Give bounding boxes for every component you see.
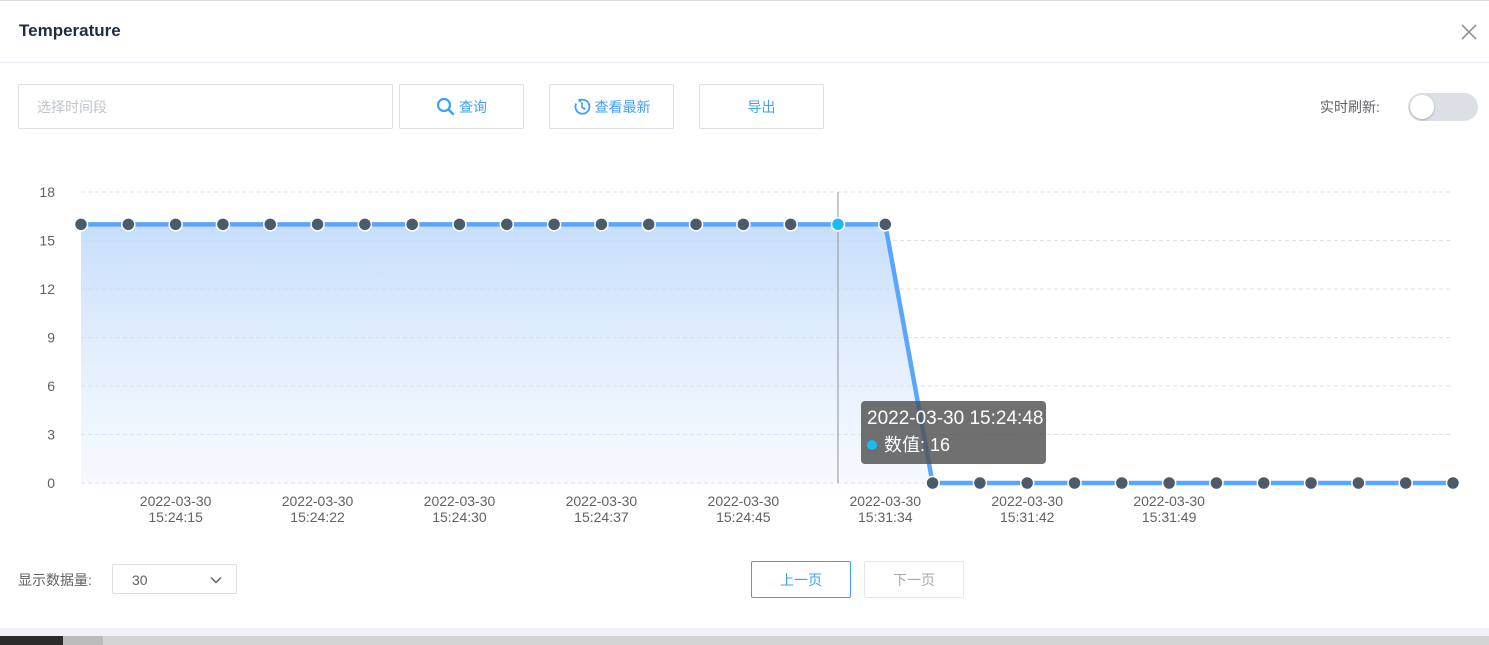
export-button-label: 导出	[747, 98, 776, 115]
x-tick-label-time: 15:31:42	[1000, 509, 1055, 525]
dialog-title: Temperature	[19, 21, 121, 40]
query-button-label: 查询	[459, 98, 487, 115]
data-point	[168, 217, 183, 232]
x-tick-label-date: 2022-03-30	[708, 493, 780, 509]
data-point	[73, 217, 89, 232]
tooltip-time: 2022-03-30 15:24:48	[867, 408, 1044, 429]
x-tick-label-date: 2022-03-30	[1133, 493, 1205, 509]
data-point	[1445, 475, 1461, 491]
data-point	[357, 217, 373, 232]
y-tick-label: 18	[39, 184, 55, 200]
time-range-input[interactable]	[18, 84, 393, 129]
data-point	[310, 217, 325, 232]
data-point	[878, 217, 893, 232]
prev-page-button[interactable]: 上一页	[751, 561, 851, 598]
x-tick-label-time: 15:31:34	[858, 509, 913, 525]
x-tick-label-date: 2022-03-30	[849, 493, 921, 509]
taskbar-strip	[0, 636, 1489, 645]
view-latest-label: 查看最新	[594, 98, 651, 115]
data-point	[830, 217, 846, 232]
query-button[interactable]: 查询	[399, 84, 524, 129]
data-point	[1161, 475, 1177, 491]
data-point	[546, 217, 562, 232]
next-page-label: 下一页	[893, 571, 935, 588]
view-latest-button[interactable]: 查看最新	[549, 84, 674, 129]
y-tick-label: 0	[47, 475, 55, 491]
data-point	[1114, 475, 1130, 491]
data-point	[499, 217, 515, 232]
toggle-knob	[1410, 95, 1434, 119]
data-point	[1398, 475, 1413, 491]
x-tick-label-date: 2022-03-30	[566, 493, 638, 509]
data-point	[1019, 475, 1035, 491]
search-icon	[436, 97, 455, 116]
chevron-down-icon	[210, 573, 222, 591]
y-tick-label: 3	[47, 427, 55, 443]
data-point	[1256, 475, 1272, 491]
data-point	[452, 217, 467, 232]
next-page-button[interactable]: 下一页	[864, 561, 964, 598]
data-point	[262, 217, 278, 232]
data-count-value: 30	[132, 572, 148, 588]
y-tick-label: 6	[47, 378, 55, 394]
data-point	[641, 217, 656, 232]
dialog-header: Temperature	[0, 1, 1489, 63]
x-tick-label-time: 15:24:30	[432, 509, 487, 525]
y-tick-label: 12	[39, 281, 55, 297]
taskbar-segment-gray	[63, 636, 103, 645]
data-point	[736, 217, 751, 232]
x-axis: 2022-03-3015:24:152022-03-3015:24:222022…	[140, 493, 1205, 525]
prev-page-label: 上一页	[780, 571, 822, 588]
x-tick-label-date: 2022-03-30	[424, 493, 496, 509]
series-area	[81, 224, 1453, 483]
data-point	[1303, 475, 1319, 491]
temperature-chart: 0369121518 2022-03-3015:24:152022-03-301…	[39, 184, 1461, 525]
x-tick-label-time: 15:24:22	[290, 509, 345, 525]
data-point	[688, 217, 704, 232]
data-point	[1209, 475, 1224, 491]
y-axis: 0 3 6 9 12 15 18	[39, 184, 55, 491]
data-point	[594, 217, 609, 232]
data-point	[404, 217, 420, 232]
x-tick-label-time: 15:31:49	[1142, 509, 1197, 525]
realtime-refresh-label: 实时刷新:	[1320, 99, 1380, 115]
x-tick-label-date: 2022-03-30	[991, 493, 1063, 509]
chart-tooltip: 2022-03-30 15:24:48 数值: 16	[861, 401, 1046, 464]
realtime-refresh-toggle[interactable]	[1408, 93, 1478, 121]
data-point	[925, 475, 940, 491]
export-button[interactable]: 导出	[699, 84, 824, 129]
data-point	[1067, 475, 1082, 491]
x-tick-label-time: 15:24:45	[716, 509, 771, 525]
data-count-label: 显示数据量:	[18, 572, 92, 588]
refresh-clock-icon	[573, 97, 591, 116]
data-point	[121, 217, 136, 232]
y-tick-label: 15	[39, 233, 55, 249]
tooltip-value-row: 数值: 16	[867, 433, 1040, 457]
close-icon[interactable]	[1459, 22, 1479, 42]
x-tick-label-time: 15:24:37	[574, 509, 629, 525]
data-point	[1351, 475, 1366, 491]
taskbar-segment-dark	[0, 636, 63, 645]
data-point	[215, 217, 231, 232]
x-tick-label-time: 15:24:15	[148, 509, 203, 525]
tooltip-value: 数值: 16	[884, 435, 951, 455]
x-tick-label-date: 2022-03-30	[282, 493, 354, 509]
data-point	[783, 217, 798, 232]
data-point	[972, 475, 988, 491]
y-tick-label: 9	[47, 330, 55, 346]
data-count-select[interactable]: 30	[112, 564, 237, 594]
x-tick-label-date: 2022-03-30	[140, 493, 212, 509]
tooltip-series-dot	[867, 440, 877, 450]
